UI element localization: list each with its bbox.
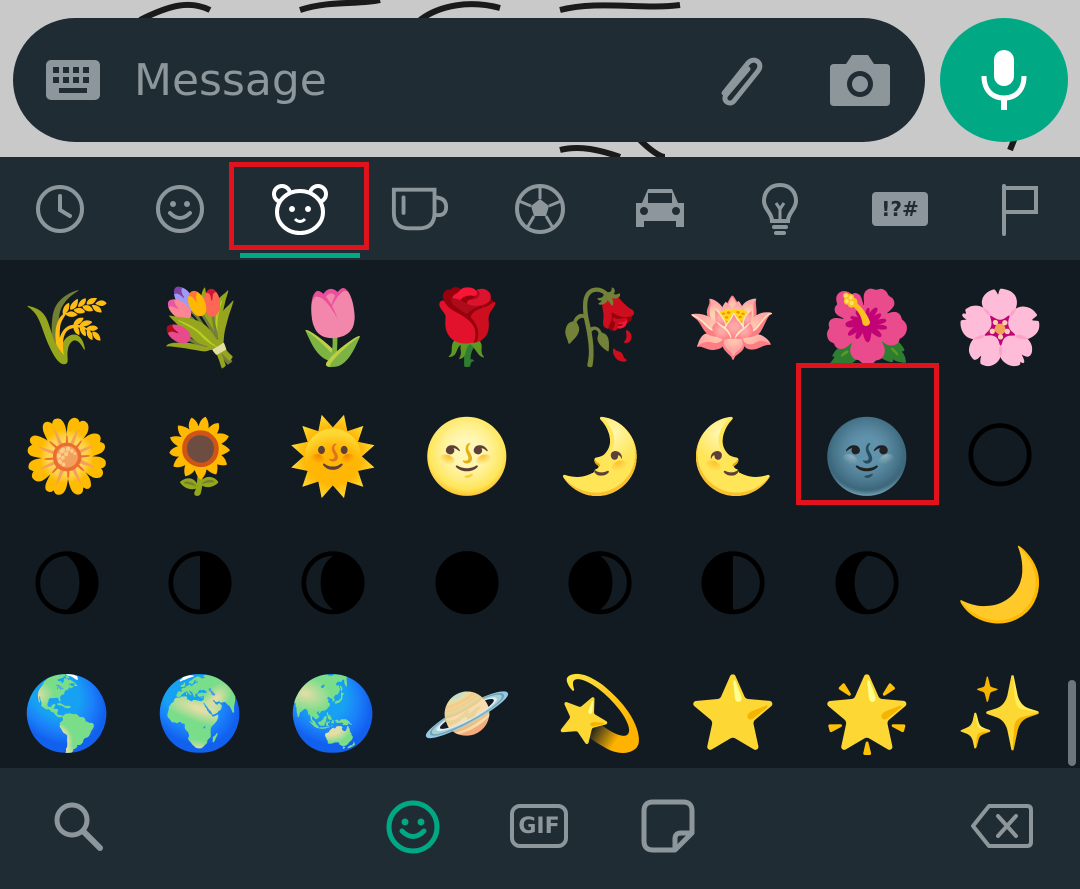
- emoji-item[interactable]: 🌸: [933, 260, 1067, 394]
- emoji-item[interactable]: 🌞: [266, 389, 400, 523]
- emoji-item[interactable]: 🌛: [533, 389, 667, 523]
- emoji-item[interactable]: 🌏: [266, 646, 400, 768]
- voice-record-button[interactable]: [940, 18, 1068, 142]
- gif-label: GIF: [518, 813, 560, 839]
- emoji-item[interactable]: 🪐: [400, 646, 534, 768]
- emoji-item[interactable]: 🌗: [133, 517, 267, 651]
- emoji-item[interactable]: 🌔: [800, 517, 934, 651]
- emoji-bottom-bar: GIF: [0, 768, 1080, 889]
- emoji-item[interactable]: 🌈: [666, 760, 800, 768]
- emoji-item[interactable]: 🌒: [533, 517, 667, 651]
- emoji-item[interactable]: 🌟: [800, 646, 934, 768]
- emoji-item[interactable]: ☀: [800, 760, 934, 768]
- emoji-item[interactable]: 🌕: [933, 389, 1067, 523]
- emoji-item[interactable]: 🪷: [666, 260, 800, 394]
- category-highlight-box: [229, 162, 369, 250]
- symbols-icon[interactable]: !?#: [870, 179, 930, 239]
- emoji-item[interactable]: 🌾: [0, 260, 134, 394]
- selected-category-indicator: [240, 253, 360, 258]
- emoji-item[interactable]: 🌖: [0, 517, 134, 651]
- emoji-item[interactable]: 🌘: [266, 517, 400, 651]
- emoji-item[interactable]: 🖼: [133, 760, 267, 768]
- emoji-item[interactable]: ⭐: [666, 646, 800, 768]
- emoji-item[interactable]: 🌤: [933, 760, 1067, 768]
- lightbulb-icon[interactable]: [750, 179, 810, 239]
- car-icon[interactable]: [630, 179, 690, 239]
- emoji-item[interactable]: ✨: [933, 646, 1067, 768]
- keyboard-icon[interactable]: [46, 60, 100, 100]
- emoji-tab-button[interactable]: [384, 798, 442, 856]
- clock-icon[interactable]: [30, 179, 90, 239]
- camera-icon[interactable]: [830, 52, 890, 106]
- emoji-item[interactable]: 🌼: [0, 389, 134, 523]
- emoji-item[interactable]: ⚡: [0, 760, 134, 768]
- soccer-ball-icon[interactable]: [510, 179, 570, 239]
- emoji-item[interactable]: 🌻: [133, 389, 267, 523]
- symbols-label: !?#: [881, 197, 919, 221]
- emoji-item[interactable]: 🌷: [266, 260, 400, 394]
- emoji-grid: 🌾💐🌷🌹🥀🪷🌺🌸🌼🌻🌞🌝🌛🌜🌚🌕🌖🌗🌘🌑🌒🌓🌔🌙🌎🌍🌏🪐💫⭐🌟✨⚡🖼💥🔥🌪🌈☀🌤: [0, 260, 1080, 768]
- emoji-highlight-box: [796, 363, 939, 505]
- smiley-icon[interactable]: [150, 179, 210, 239]
- emoji-scrollbar[interactable]: [1068, 680, 1076, 766]
- cup-icon[interactable]: [390, 179, 450, 239]
- emoji-item[interactable]: 💥: [266, 760, 400, 768]
- microphone-icon: [981, 50, 1027, 110]
- emoji-keyboard: !?# 🌾💐🌷🌹🥀🪷🌺🌸🌼🌻🌞🌝🌛🌜🌚🌕🌖🌗🌘🌑🌒🌓🌔🌙🌎🌍🌏🪐💫⭐🌟✨⚡🖼💥🔥…: [0, 157, 1080, 889]
- emoji-item[interactable]: 🌝: [400, 389, 534, 523]
- emoji-item[interactable]: 🌹: [400, 260, 534, 394]
- emoji-item[interactable]: 🥀: [533, 260, 667, 394]
- emoji-item[interactable]: 🌪: [533, 760, 667, 768]
- attach-icon[interactable]: [708, 53, 770, 109]
- message-input[interactable]: Message: [134, 55, 327, 107]
- smiley-icon: [386, 800, 440, 854]
- emoji-item[interactable]: 🌜: [666, 389, 800, 523]
- backspace-icon[interactable]: [970, 798, 1034, 854]
- emoji-item[interactable]: 🌎: [0, 646, 134, 768]
- emoji-category-bar: !?#: [0, 157, 1080, 260]
- emoji-item[interactable]: 🌍: [133, 646, 267, 768]
- emoji-item[interactable]: 💐: [133, 260, 267, 394]
- emoji-item[interactable]: 🌙: [933, 517, 1067, 651]
- gif-button[interactable]: GIF: [510, 804, 568, 848]
- emoji-item[interactable]: 💫: [533, 646, 667, 768]
- emoji-item[interactable]: 🌑: [400, 517, 534, 651]
- sticker-icon[interactable]: [640, 798, 696, 854]
- search-icon[interactable]: [50, 798, 106, 854]
- emoji-item[interactable]: 🌓: [666, 517, 800, 651]
- emoji-item[interactable]: 🔥: [400, 760, 534, 768]
- flag-icon[interactable]: [990, 179, 1050, 239]
